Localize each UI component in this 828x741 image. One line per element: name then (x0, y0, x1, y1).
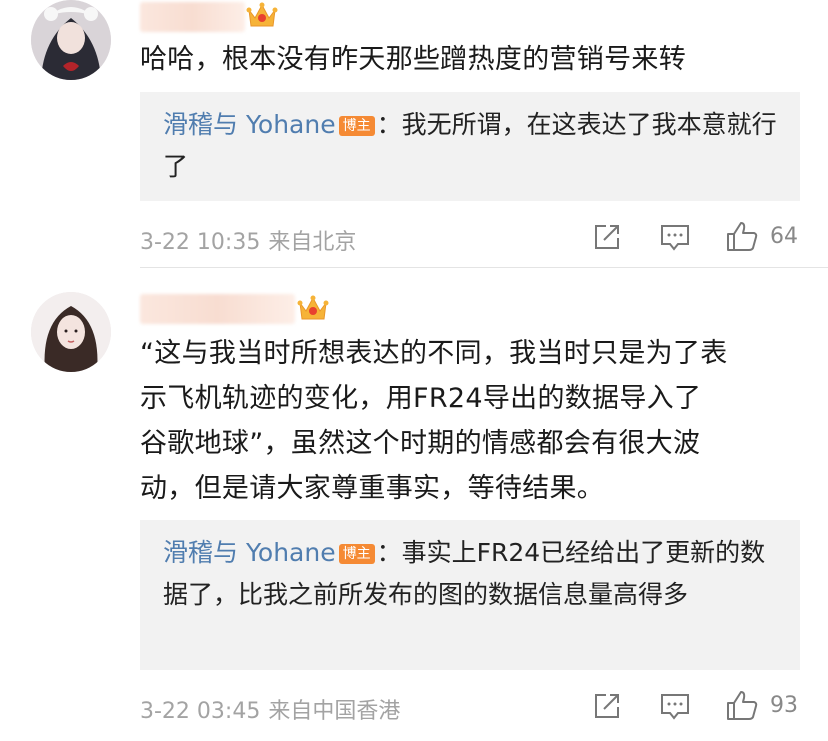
like-count: 64 (770, 224, 798, 249)
comment-time: 3-22 10:35 (140, 230, 261, 255)
comment-time: 3-22 03:45 (140, 699, 261, 724)
comment-text-line: 示飞机轨迹的变化，用FR24导出的数据导入了 (140, 383, 702, 414)
crown-icon (246, 2, 278, 27)
share-icon[interactable] (592, 222, 622, 252)
reply-separator: ： (376, 110, 402, 139)
comment-item: “这与我当时所想表达的不同，我当时只是为了表 示飞机轨迹的变化，用FR24导出的… (0, 290, 828, 741)
comment-divider (140, 267, 828, 268)
like-icon[interactable] (726, 220, 758, 252)
reply-content: 滑稽与 Yohane 博主 ：我无所谓，在这表达了我本意就行了 (163, 104, 788, 188)
comment-text: “这与我当时所想表达的不同，我当时只是为了表 示飞机轨迹的变化，用FR24导出的… (140, 331, 820, 511)
author-badge: 博主 (338, 544, 375, 564)
username-blurred[interactable] (140, 2, 245, 32)
reply-author[interactable]: 滑稽与 Yohane (163, 110, 336, 139)
reply-content: 滑稽与 Yohane 博主 ：事实上FR24已经给出了更新的数据了，比我之前所发布的… (163, 532, 788, 616)
comment-text-line: “这与我当时所想表达的不同，我当时只是为了表 (140, 338, 728, 369)
comment-item: 哈哈，根本没有昨天那些蹭热度的营销号来转 滑稽与 Yohane 博主 ：我无所谓，在… (0, 0, 828, 265)
share-icon[interactable] (592, 691, 622, 721)
comment-text: 哈哈，根本没有昨天那些蹭热度的营销号来转 (140, 44, 686, 75)
comment-icon[interactable] (660, 224, 690, 252)
author-badge: 博主 (338, 116, 375, 136)
comment-icon[interactable] (660, 693, 690, 721)
comment-location: 来自中国香港 (268, 699, 401, 724)
comment-location: 来自北京 (268, 230, 357, 255)
comment-meta: 3-22 03:45 来自中国香港 (140, 693, 408, 725)
comment-meta: 3-22 10:35 来自北京 (140, 224, 364, 256)
comment-text-line: 谷歌地球”，虽然这个时期的情感都会有很大波 (140, 428, 701, 459)
reply-box[interactable]: 滑稽与 Yohane 博主 ：事实上FR24已经给出了更新的数据了，比我之前所发布的… (140, 520, 800, 670)
crown-icon (297, 295, 329, 320)
avatar[interactable] (31, 292, 111, 372)
comment-text-line: 动，但是请大家尊重事实，等待结果。 (140, 473, 605, 504)
reply-box[interactable]: 滑稽与 Yohane 博主 ：我无所谓，在这表达了我本意就行了 (140, 92, 800, 201)
username-blurred[interactable] (140, 294, 295, 324)
reply-separator: ： (376, 538, 402, 567)
like-count: 93 (770, 693, 798, 718)
reply-author[interactable]: 滑稽与 Yohane (163, 538, 336, 567)
avatar[interactable] (31, 0, 111, 80)
like-icon[interactable] (726, 689, 758, 721)
